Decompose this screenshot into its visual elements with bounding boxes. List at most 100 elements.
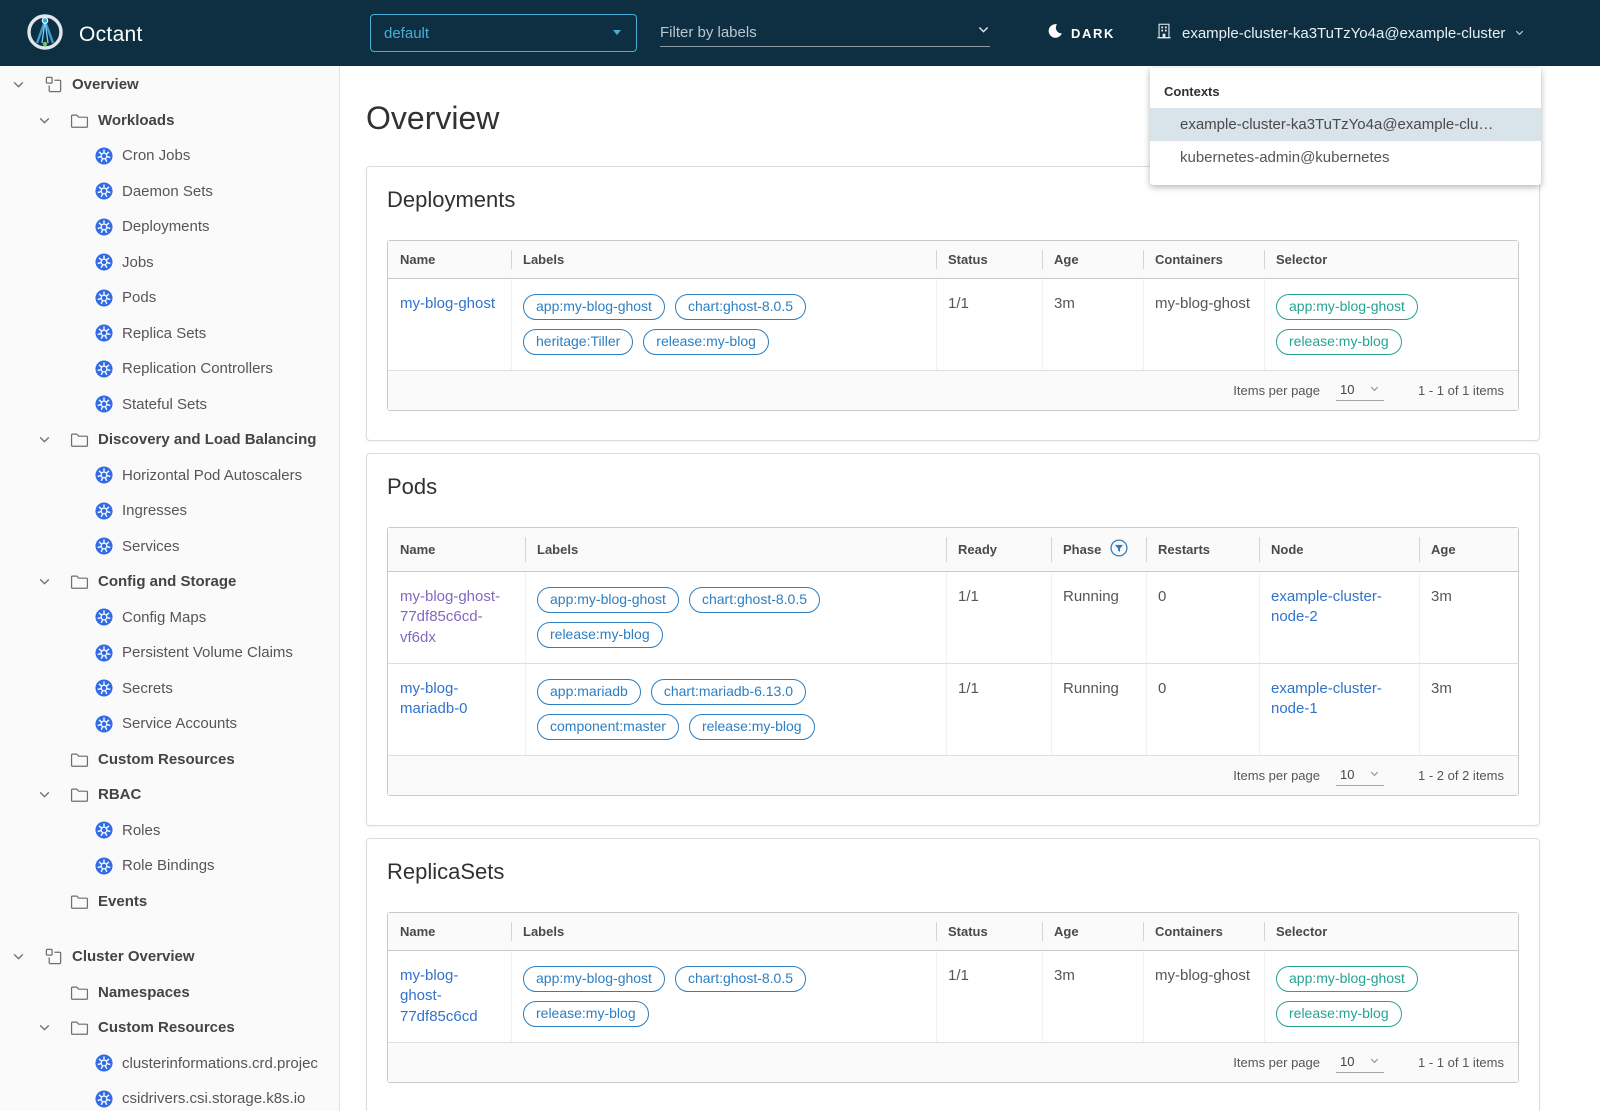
page-size-select[interactable]: 10 <box>1336 765 1384 786</box>
cell-tags: app:my-blog-ghost release:my-blog <box>1264 951 1518 1042</box>
sidebar-item-events[interactable]: Events <box>0 884 339 920</box>
resource-link[interactable]: my-blog-mariadb-0 <box>400 679 513 720</box>
sidebar-item-services[interactable]: Services <box>0 529 339 565</box>
sidebar-item-csidrivers-csi-storage-k8s-io[interactable]: csidrivers.csi.storage.k8s.io <box>0 1081 339 1111</box>
sidebar: Overview Workloads Cron Jobs Daemon Sets Dep… <box>0 66 340 1111</box>
chevron-down-icon[interactable] <box>12 950 44 963</box>
chevron-down-icon[interactable] <box>38 788 70 801</box>
sidebar-item-ingresses[interactable]: Ingresses <box>0 493 339 529</box>
resource-link[interactable]: example-cluster-node-2 <box>1271 587 1407 628</box>
column-label: Age <box>1431 542 1456 557</box>
chevron-down-icon[interactable] <box>12 78 44 91</box>
sidebar-item-rbac[interactable]: RBAC <box>0 777 339 813</box>
cell-text: 1/1 <box>936 951 1042 1042</box>
page-size-select[interactable]: 10 <box>1336 380 1384 401</box>
app-header: Octant default DARK <box>0 0 1600 66</box>
column-label: Name <box>400 542 436 557</box>
sidebar-item-namespaces[interactable]: Namespaces <box>0 975 339 1011</box>
resource-link[interactable]: my-blog-ghost-77df85c6cd <box>400 966 499 1027</box>
column-label: Selector <box>1276 252 1328 267</box>
label-filter-input[interactable] <box>660 23 955 41</box>
label-tag: release:my-blog <box>688 714 815 740</box>
sidebar-item-roles[interactable]: Roles <box>0 813 339 849</box>
resource-link[interactable]: example-cluster-node-1 <box>1271 679 1407 720</box>
context-selector[interactable]: example-cluster-ka3TuTzYo4a@example-clus… <box>1155 22 1525 44</box>
column-header-phase: Phase <box>1051 528 1146 571</box>
sidebar-item-role-bindings[interactable]: Role Bindings <box>0 848 339 884</box>
sidebar-item-overview[interactable]: Overview <box>0 67 339 103</box>
cell-value: 1/1 <box>958 680 979 697</box>
sidebar-item-daemon-sets[interactable]: Daemon Sets <box>0 174 339 210</box>
column-label: Labels <box>523 924 565 939</box>
section-title: Deployments <box>387 187 516 212</box>
sidebar-item-replica-sets[interactable]: Replica Sets <box>0 316 339 352</box>
folder-icon <box>70 893 89 910</box>
page-size-select[interactable]: 10 <box>1336 1052 1384 1073</box>
label-tag: release:my-blog <box>537 622 663 648</box>
sidebar-item-custom-resources[interactable]: Custom Resources <box>0 742 339 778</box>
chevron-down-icon[interactable] <box>38 114 70 127</box>
column-header-age: Age <box>1419 528 1518 571</box>
chevron-down-icon[interactable] <box>38 1021 70 1034</box>
resource-link[interactable]: my-blog-ghost-77df85c6cd-vf6dx <box>400 587 513 648</box>
cell-value: 3m <box>1431 588 1452 605</box>
chevron-down-icon[interactable] <box>977 23 990 41</box>
sidebar-item-cron-jobs[interactable]: Cron Jobs <box>0 138 339 174</box>
sidebar-item-config-and-storage[interactable]: Config and Storage <box>0 564 339 600</box>
pagination-footer: Items per page 10 1 - 2 of 2 items <box>388 756 1518 795</box>
sidebar-item-discovery-and-load-balancing[interactable]: Discovery and Load Balancing <box>0 422 339 458</box>
namespace-select[interactable]: default <box>370 14 637 52</box>
label-tags: app:mariadb chart:mariadb-6.13.0 component… <box>537 679 934 740</box>
selector-tag: app:my-blog-ghost <box>1276 294 1418 320</box>
resource-link[interactable]: my-blog-ghost <box>400 294 495 314</box>
sidebar-item-jobs[interactable]: Jobs <box>0 245 339 281</box>
sidebar-item-custom-resources[interactable]: Custom Resources <box>0 1010 339 1046</box>
label-tags: app:my-blog-ghost chart:ghost-8.0.5 releas… <box>523 966 924 1027</box>
chevron-down-icon <box>1369 1054 1380 1069</box>
filter-icon[interactable] <box>1110 539 1128 560</box>
sidebar-item-replication-controllers[interactable]: Replication Controllers <box>0 351 339 387</box>
cell-value: my-blog-ghost <box>1155 967 1251 984</box>
cell-text: my-blog-ghost <box>1143 279 1264 370</box>
context-option-1[interactable]: kubernetes-admin@kubernetes <box>1150 141 1541 174</box>
cell-link: my-blog-ghost <box>388 279 511 370</box>
column-header-containers: Containers <box>1143 913 1264 950</box>
chevron-down-icon <box>1369 767 1380 782</box>
column-label: Node <box>1271 542 1304 557</box>
sidebar-item-config-maps[interactable]: Config Maps <box>0 600 339 636</box>
folder-icon <box>70 786 89 803</box>
sidebar-item-persistent-volume-claims[interactable]: Persistent Volume Claims <box>0 635 339 671</box>
datagrid: Name Labels Status Age Containers Selector my-… <box>387 912 1519 1083</box>
sidebar-item-secrets[interactable]: Secrets <box>0 671 339 707</box>
table-row: my-blog-ghost-77df85c6cd app:my-blog-ghos… <box>388 951 1518 1043</box>
sidebar-item-label: Jobs <box>122 253 154 271</box>
page-size-value: 10 <box>1340 767 1355 782</box>
sidebar-item-label: Cron Jobs <box>122 147 191 165</box>
column-label: Restarts <box>1158 542 1211 557</box>
items-per-page-label: Items per page <box>1233 1055 1320 1070</box>
chevron-down-icon[interactable] <box>38 433 70 446</box>
sidebar-item-label: Secrets <box>122 679 173 697</box>
column-label: Name <box>400 924 436 939</box>
config-maps-icon <box>94 608 113 626</box>
sidebar-item-pods[interactable]: Pods <box>0 280 339 316</box>
sidebar-item-clusterinformations-crd-projec[interactable]: clusterinformations.crd.projec <box>0 1046 339 1082</box>
context-option-0[interactable]: example-cluster-ka3TuTzYo4a@example-clu… <box>1150 108 1541 141</box>
theme-toggle-button[interactable]: DARK <box>1046 22 1115 44</box>
column-header-ready: Ready <box>946 528 1051 571</box>
daemon-sets-icon <box>94 182 113 200</box>
sidebar-item-stateful-sets[interactable]: Stateful Sets <box>0 387 339 423</box>
sidebar-item-service-accounts[interactable]: Service Accounts <box>0 706 339 742</box>
sidebar-item-cluster-overview[interactable]: Cluster Overview <box>0 939 339 975</box>
deployments-icon <box>94 218 113 236</box>
sidebar-item-workloads[interactable]: Workloads <box>0 103 339 139</box>
sidebar-item-label: Replication Controllers <box>122 360 273 378</box>
pagination-range: 1 - 1 of 1 items <box>1418 383 1504 398</box>
sidebar-item-deployments[interactable]: Deployments <box>0 209 339 245</box>
items-per-page-label: Items per page <box>1233 768 1320 783</box>
table-row: my-blog-ghost-77df85c6cd-vf6dx app:my-blo… <box>388 572 1518 664</box>
sidebar-item-label: Roles <box>122 821 161 839</box>
sidebar-item-horizontal-pod-autoscalers[interactable]: Horizontal Pod Autoscalers <box>0 458 339 494</box>
label-tag: chart:ghost-8.0.5 <box>674 966 807 992</box>
chevron-down-icon[interactable] <box>38 575 70 588</box>
